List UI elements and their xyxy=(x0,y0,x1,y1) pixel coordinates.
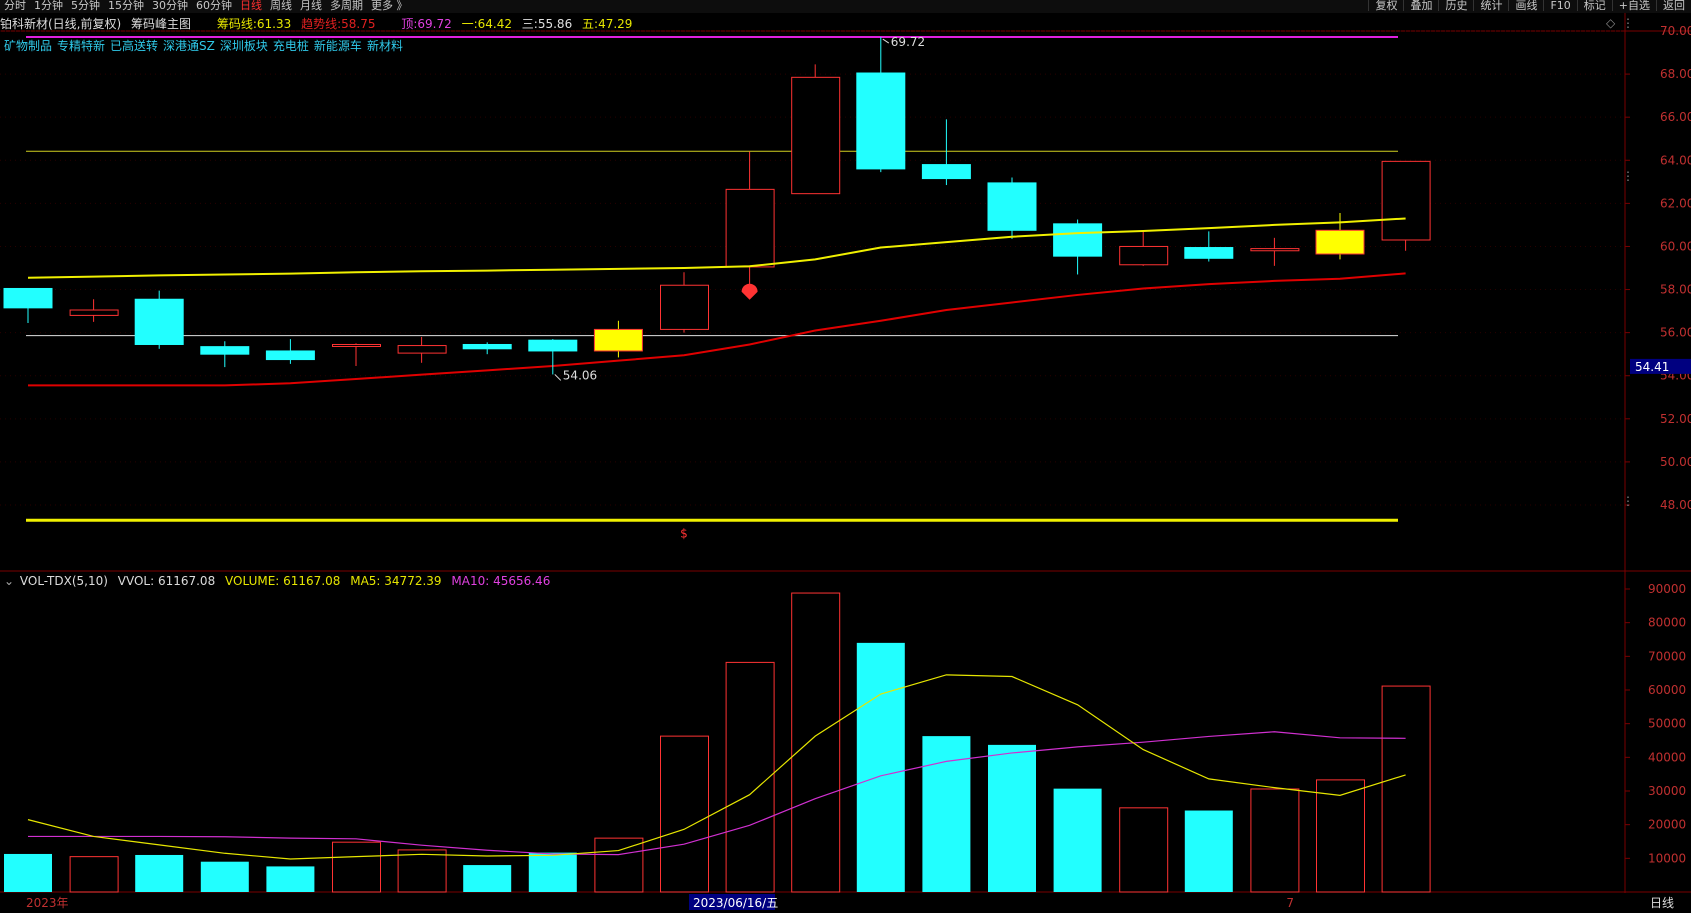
price-tick-label: 70.00 xyxy=(1660,24,1691,38)
candle-body-2 xyxy=(134,298,184,345)
volume-tick-label: 20000 xyxy=(1648,818,1686,832)
volume-bar-13 xyxy=(856,642,905,892)
candle-body-9 xyxy=(593,328,643,352)
stock-chart[interactable]: 70.00 68.00 66.00 64.00 62.00 60.00 58.00 56.00… xyxy=(0,0,1691,913)
volume-bar-17 xyxy=(1119,807,1169,893)
date-cursor-label: 2023/06/16/五 xyxy=(693,896,778,910)
volume-bar-10 xyxy=(660,735,709,893)
axis-handle-icon-2: ⋮ xyxy=(1622,494,1634,508)
price-tick-label: 68.00 xyxy=(1660,67,1691,81)
volume-bar-15 xyxy=(988,744,1036,892)
diamond-icon: ◇ xyxy=(1606,16,1616,30)
candle-body-19 xyxy=(1250,248,1300,252)
candle-body-0 xyxy=(3,287,53,309)
volume-tick-label: 70000 xyxy=(1648,649,1686,663)
volume-bar-5 xyxy=(332,841,381,893)
volume-tick-label: 60000 xyxy=(1648,683,1686,697)
candle-body-21 xyxy=(1381,160,1431,241)
price-tick-label: 56.00 xyxy=(1660,326,1691,340)
volume-bar-18 xyxy=(1184,810,1233,892)
axis-handle-icon: ⋮ xyxy=(1622,169,1634,183)
volume-bar-11 xyxy=(725,661,775,893)
high-arrow xyxy=(882,38,890,44)
volume-bar-4 xyxy=(266,866,315,892)
low-annotation: 54.06 xyxy=(563,368,597,382)
candle-body-18 xyxy=(1184,247,1234,259)
more-icon: ⋮ xyxy=(1622,16,1634,30)
date-axis-bg xyxy=(0,893,1691,913)
candle-body-1 xyxy=(69,309,119,316)
ma-red-line xyxy=(28,272,1406,387)
price-tick-label: 64.00 xyxy=(1660,153,1691,167)
candle-body-5 xyxy=(332,343,381,347)
volume-tick-label: 40000 xyxy=(1648,750,1686,764)
volume-bar-3 xyxy=(200,861,249,892)
candle-body-3 xyxy=(200,346,250,355)
candle-body-20 xyxy=(1315,229,1365,255)
volume-bar-2 xyxy=(135,854,184,892)
candle-body-4 xyxy=(265,350,315,361)
volume-bar-12 xyxy=(791,592,841,893)
volume-bar-16 xyxy=(1053,788,1102,892)
candle-body-7 xyxy=(462,343,512,350)
candle-body-6 xyxy=(397,345,447,354)
volume-tick-label: 50000 xyxy=(1648,717,1686,731)
price-tick-label: 62.00 xyxy=(1660,196,1691,210)
volume-tick-label: 90000 xyxy=(1648,582,1686,596)
volume-bar-8 xyxy=(528,852,577,892)
candle-body-12 xyxy=(791,76,841,195)
candle-body-10 xyxy=(660,284,709,330)
candle-body-8 xyxy=(528,339,578,352)
signal-marker-icon xyxy=(741,283,758,300)
candle-body-17 xyxy=(1119,245,1169,266)
candle-body-13 xyxy=(856,72,906,170)
price-tick-label: 50.00 xyxy=(1660,455,1691,469)
volume-tick-label: 80000 xyxy=(1648,616,1686,630)
volume-bar-20 xyxy=(1316,779,1365,893)
price-tick-label: 48.00 xyxy=(1660,498,1691,512)
high-annotation: 69.72 xyxy=(891,35,925,49)
price-tick-label: 58.00 xyxy=(1660,283,1691,297)
volume-bar-19 xyxy=(1250,788,1300,893)
candle-body-11 xyxy=(725,188,775,268)
dollar-marker: $ xyxy=(680,526,688,540)
price-tick-label: 60.00 xyxy=(1660,239,1691,253)
volume-tick-label: 10000 xyxy=(1648,851,1686,865)
volume-bar-21 xyxy=(1381,685,1431,893)
price-tick-label: 52.00 xyxy=(1660,412,1691,426)
current-price-label: 54.41 xyxy=(1635,360,1669,374)
candle-body-14 xyxy=(921,164,971,180)
volume-bar-9 xyxy=(594,837,644,893)
volume-bar-6 xyxy=(397,849,447,893)
low-arrow xyxy=(554,374,562,381)
volume-tick-label: 30000 xyxy=(1648,784,1686,798)
period-label: 日线 xyxy=(1650,896,1674,910)
candle-body-15 xyxy=(987,182,1037,231)
volume-bar-7 xyxy=(463,865,512,892)
candle-body-16 xyxy=(1053,223,1103,257)
price-tick-label: 66.00 xyxy=(1660,110,1691,124)
volume-bar-0 xyxy=(4,853,52,892)
date-month-label: 7 xyxy=(1286,896,1294,910)
date-year-label: 2023年 xyxy=(26,896,69,910)
volume-bar-1 xyxy=(69,856,119,893)
